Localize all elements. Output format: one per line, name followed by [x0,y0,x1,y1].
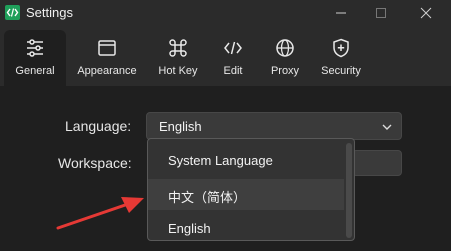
tab-label: Appearance [77,65,137,77]
command-icon [169,39,187,57]
option-label: 中文（简体） [168,190,247,205]
workspace-label: Workspace: [58,155,132,171]
dropdown-scrollbar[interactable] [346,143,352,238]
option-system-language[interactable]: System Language [148,145,344,176]
tab-hot-key[interactable]: Hot Key [154,30,202,86]
code-icon [224,41,242,55]
globe-icon [276,39,294,57]
shield-icon [333,38,349,58]
tab-label: Security [321,65,361,77]
maximize-icon [376,8,386,18]
tab-general[interactable]: General [4,30,66,86]
option-chinese-simplified[interactable]: 中文（简体） [148,179,344,210]
tab-appearance[interactable]: Appearance [75,30,139,86]
minimize-button[interactable] [321,0,361,26]
language-selected-value: English [159,119,202,134]
close-button[interactable] [406,0,446,26]
tab-security[interactable]: Security [317,30,365,86]
option-label: System Language [168,153,273,168]
settings-toolbar: General Appearance Hot Key Edit Proxy Se… [0,26,451,86]
tab-label: General [15,65,55,77]
tab-edit[interactable]: Edit [215,30,251,86]
title-bar: Settings [0,0,451,26]
close-icon [420,7,432,19]
app-icon [5,5,20,20]
window-icon [98,40,116,56]
language-select[interactable]: English [146,112,402,140]
language-label: Language: [65,118,132,134]
tab-label: Proxy [270,65,300,77]
option-english[interactable]: English [148,213,344,240]
language-dropdown: System Language 中文（简体） English [147,138,355,241]
window-title: Settings [26,5,73,20]
minimize-icon [336,12,346,14]
tab-label: Hot Key [158,65,198,77]
tab-label: Edit [223,65,243,77]
sliders-icon [27,39,43,57]
chevron-down-icon [382,124,392,130]
workspace-field[interactable] [352,150,402,176]
option-label: English [168,221,211,236]
maximize-button[interactable] [361,0,401,26]
tab-proxy[interactable]: Proxy [265,30,305,86]
